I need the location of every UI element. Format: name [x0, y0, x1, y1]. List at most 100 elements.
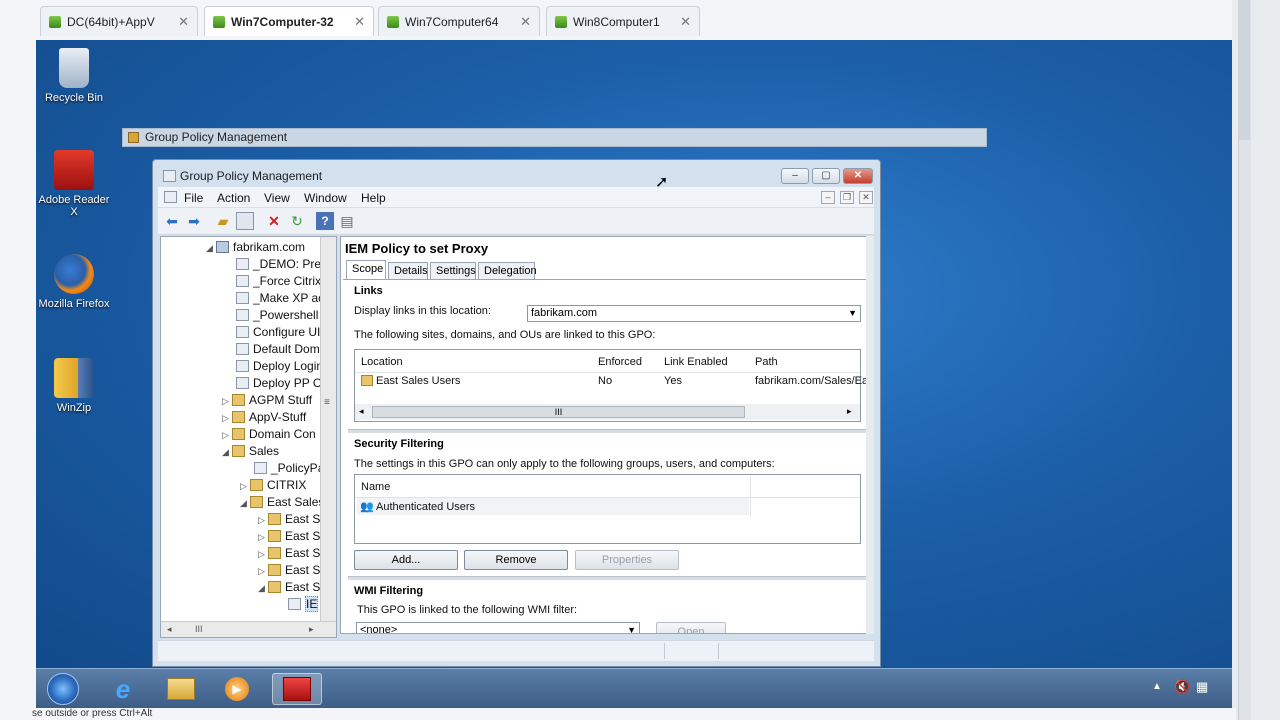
expand-arrow-icon[interactable]: ▷ — [258, 564, 268, 579]
tree-node[interactable]: ▷ East S — [258, 529, 320, 544]
expand-arrow-icon[interactable]: ▷ — [222, 428, 232, 443]
collapse-arrow-icon[interactable]: ◢ — [240, 496, 250, 511]
host-tab-dc[interactable]: DC(64bit)+AppV ✕ — [40, 6, 198, 36]
scroll-right-arrow[interactable]: ▸ — [847, 406, 852, 417]
remove-button[interactable]: Remove — [464, 550, 568, 570]
expand-arrow-icon[interactable]: ▷ — [258, 513, 268, 528]
tree-node[interactable]: _DEMO: Prev — [226, 257, 320, 272]
menu-file[interactable]: File — [184, 191, 203, 205]
close-icon[interactable]: ✕ — [354, 14, 365, 30]
taskbar-gpmc[interactable] — [272, 673, 322, 705]
scroll-right-arrow[interactable]: ▸ — [309, 624, 314, 635]
scroll-left-arrow[interactable]: ◂ — [167, 624, 172, 635]
show-hidden-icons-icon[interactable]: ▲ — [1152, 681, 1162, 692]
tab-scope[interactable]: Scope — [346, 260, 386, 279]
minimize-button[interactable]: ‒ — [781, 168, 809, 184]
tree-node[interactable]: ▷ East S — [258, 512, 320, 527]
tree-node[interactable]: Configure UI — [226, 325, 320, 340]
tab-settings[interactable]: Settings — [430, 262, 476, 279]
tree-node[interactable]: ◢ fabrikam.com — [206, 240, 305, 255]
expand-arrow-icon[interactable]: ▷ — [222, 411, 232, 426]
forward-icon[interactable]: ➡ — [185, 212, 203, 230]
column-header-enforced[interactable]: Enforced — [598, 356, 642, 368]
host-tab-win8[interactable]: Win8Computer1 ✕ — [546, 6, 700, 36]
scroll-thumb[interactable] — [1238, 0, 1250, 140]
column-header-location[interactable]: Location — [361, 356, 403, 368]
expand-arrow-icon[interactable]: ▷ — [258, 530, 268, 545]
display-links-select[interactable]: fabrikam.com ▼ — [527, 305, 861, 322]
desktop-icon-winzip[interactable]: WinZip — [36, 358, 112, 414]
desktop-icon-recycle-bin[interactable]: Recycle Bin — [36, 48, 112, 104]
tree-node[interactable]: ◢ East S — [258, 580, 320, 595]
delete-icon[interactable]: ✕ — [265, 212, 283, 230]
tree-node[interactable]: ▷ East S — [258, 546, 320, 561]
wmi-filter-select[interactable]: <none> ▼ — [356, 622, 640, 633]
open-button[interactable]: Open — [656, 622, 726, 633]
tree-vertical-scrollbar[interactable]: ≡ — [320, 237, 336, 621]
mdi-minimize-button[interactable]: ‒ — [821, 191, 835, 204]
tree-node[interactable]: Deploy Login — [226, 359, 320, 374]
properties-icon[interactable]: ▤ — [338, 212, 356, 230]
tree-node[interactable]: _PolicyPa — [244, 461, 320, 476]
maximize-button[interactable]: ▢ — [812, 168, 840, 184]
tree-horizontal-scrollbar[interactable]: ◂ III ▸ — [161, 621, 336, 637]
refresh-icon[interactable]: ↻ — [288, 212, 306, 230]
network-icon[interactable]: ▦ — [1196, 679, 1208, 695]
tree-node[interactable]: ▷ AppV-Stuff — [222, 410, 306, 425]
close-icon[interactable]: ✕ — [680, 14, 691, 30]
properties-button[interactable]: Properties — [575, 550, 679, 570]
tree-node[interactable]: ◢ East Sales — [240, 495, 320, 511]
menu-help[interactable]: Help — [361, 191, 386, 205]
links-horizontal-scrollbar[interactable]: ◂ III ▸ — [355, 404, 860, 420]
desktop-icon-firefox[interactable]: Mozilla Firefox — [36, 254, 112, 310]
taskbar-media-player[interactable]: ▶ — [212, 673, 262, 705]
taskbar-explorer[interactable] — [156, 673, 206, 705]
menu-view[interactable]: View — [264, 191, 290, 205]
tree-node[interactable]: IE — [278, 596, 319, 612]
desktop-icon-adobe-reader[interactable]: Adobe Reader X — [36, 150, 112, 218]
help-icon[interactable]: ? — [316, 212, 334, 230]
expand-arrow-icon[interactable]: ▷ — [258, 547, 268, 562]
close-icon[interactable]: ✕ — [178, 14, 189, 30]
tab-details[interactable]: Details — [388, 262, 428, 279]
mdi-close-button[interactable]: ✕ — [859, 191, 873, 204]
menu-window[interactable]: Window — [304, 191, 347, 205]
host-scrollbar[interactable] — [1232, 0, 1280, 720]
details-vertical-scrollbar[interactable] — [866, 236, 874, 634]
tree-node[interactable]: ▷ East S — [258, 563, 320, 578]
menu-action[interactable]: Action — [217, 191, 250, 205]
start-button[interactable] — [38, 673, 88, 705]
close-icon[interactable]: ✕ — [520, 14, 531, 30]
tree-node[interactable]: ▷ Domain Con — [222, 427, 316, 442]
column-header-name[interactable]: Name — [361, 481, 390, 493]
column-header-path[interactable]: Path — [755, 356, 778, 368]
section-splitter[interactable] — [348, 576, 866, 580]
expand-arrow-icon[interactable]: ▷ — [240, 479, 250, 494]
tree-node[interactable]: _Make XP ac — [226, 291, 320, 306]
tree-node[interactable]: ◢ Sales — [222, 444, 279, 459]
add-button[interactable]: Add... — [354, 550, 458, 570]
volume-muted-icon[interactable]: 🔇 — [1174, 679, 1190, 695]
scroll-left-arrow[interactable]: ◂ — [359, 406, 364, 417]
up-folder-icon[interactable]: ▰ — [214, 212, 232, 230]
tree-node[interactable]: ▷ CITRIX — [240, 478, 306, 493]
host-tab-win7-64[interactable]: Win7Computer64 ✕ — [378, 6, 540, 36]
scroll-thumb[interactable]: III — [372, 406, 745, 418]
column-header-link-enabled[interactable]: Link Enabled — [664, 356, 728, 368]
tree-node[interactable]: _Force Citrix — [226, 274, 320, 289]
section-splitter[interactable] — [348, 429, 866, 433]
close-button[interactable]: ✕ — [843, 168, 873, 184]
back-icon[interactable]: ⬅ — [163, 212, 181, 230]
tree-node[interactable]: Deploy PP C — [226, 376, 320, 391]
expand-arrow-icon[interactable]: ▷ — [222, 394, 232, 409]
tree-node[interactable]: ▷ AGPM Stuff — [222, 393, 312, 408]
collapse-arrow-icon[interactable]: ◢ — [206, 241, 216, 256]
tab-delegation[interactable]: Delegation — [478, 262, 537, 279]
host-tab-win7-32[interactable]: Win7Computer-32 ✕ — [204, 6, 374, 36]
mdi-restore-button[interactable]: ❐ — [840, 191, 854, 204]
collapse-arrow-icon[interactable]: ◢ — [258, 581, 268, 596]
tree-node[interactable]: _Powershell — [226, 308, 318, 323]
taskbar-ie[interactable]: e — [98, 673, 148, 705]
table-row[interactable]: East Sales Users No Yes fabrikam.com/Sal… — [357, 373, 868, 389]
tree-node[interactable]: Default Dom — [226, 342, 320, 357]
